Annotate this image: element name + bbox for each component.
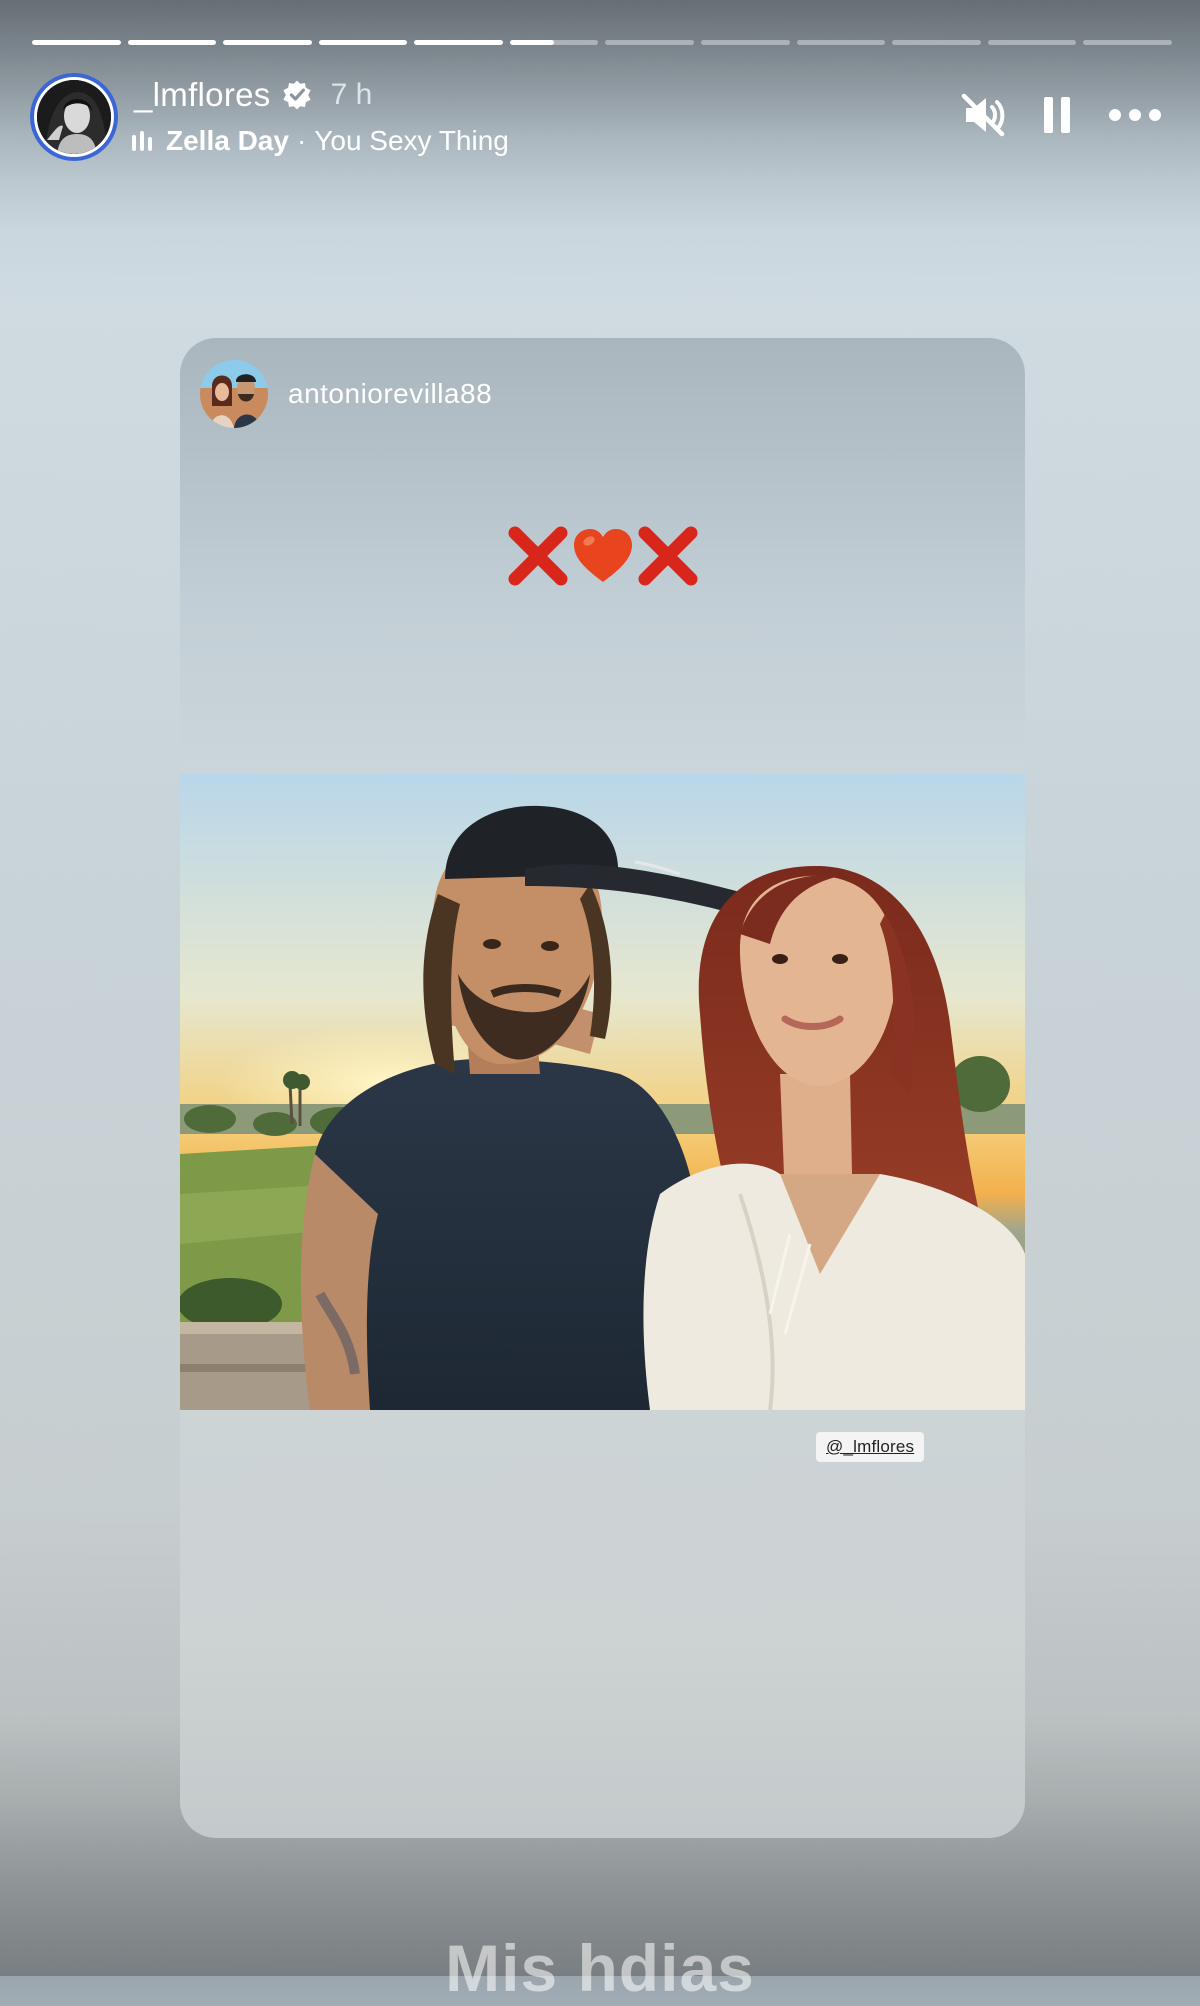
orange-heart-icon (573, 529, 632, 582)
progress-segment (509, 40, 599, 45)
shared-story-author[interactable]: antoniorevilla88 (200, 360, 492, 428)
shared-author-avatar (200, 360, 268, 428)
progress-segment (701, 40, 790, 45)
progress-segment-fill (223, 40, 312, 45)
progress-segment (987, 40, 1077, 45)
progress-segment-fill (509, 40, 555, 45)
pause-button[interactable] (1042, 90, 1072, 140)
mute-button[interactable] (960, 90, 1006, 140)
emoji-sticker: ❌❤️❌ (180, 525, 1025, 587)
verified-badge-icon (282, 80, 311, 110)
progress-segment (1083, 40, 1172, 45)
progress-segment-fill (318, 40, 408, 45)
username[interactable]: _lmflores (134, 76, 271, 114)
more-options-button[interactable] (1108, 90, 1162, 140)
progress-segment (414, 40, 503, 45)
shared-author-username: antoniorevilla88 (288, 378, 493, 409)
progress-segment (796, 40, 886, 45)
music-info[interactable]: Zella Day · You Sexy Thing (132, 122, 509, 160)
progress-segment (605, 40, 695, 45)
progress-segment (318, 40, 408, 45)
speaker-muted-icon (961, 93, 1005, 137)
profile-avatar[interactable] (30, 73, 118, 161)
progress-segment-fill (32, 40, 121, 45)
story-caption: Mis hdias (445, 1931, 755, 2005)
music-separator: · (296, 125, 307, 156)
progress-segment (223, 40, 312, 45)
progress-segment (127, 40, 217, 45)
post-time: 7 h (330, 78, 373, 111)
shared-photo (180, 774, 1025, 1410)
progress-segment-fill (414, 40, 503, 45)
progress-segment (892, 40, 981, 45)
cross-mark-icon (638, 526, 697, 586)
pause-icon (1044, 97, 1070, 133)
mention-sticker[interactable]: @_lmflores (816, 1432, 925, 1462)
story-user-row: _lmflores 7 h (134, 74, 372, 116)
progress-segment-fill (127, 40, 217, 45)
shared-story-card[interactable]: antoniorevilla88 ❌❤️❌ (180, 338, 1025, 1838)
progress-segment (32, 40, 121, 45)
music-bars-icon (132, 131, 152, 151)
cross-mark-icon (508, 526, 567, 586)
story-progress-bar (32, 40, 1172, 45)
avatar-image (37, 80, 111, 154)
story-controls (960, 90, 1162, 140)
music-artist: Zella Day (166, 125, 289, 156)
music-song: You Sexy Thing (314, 125, 509, 156)
more-options-icon (1109, 109, 1161, 121)
